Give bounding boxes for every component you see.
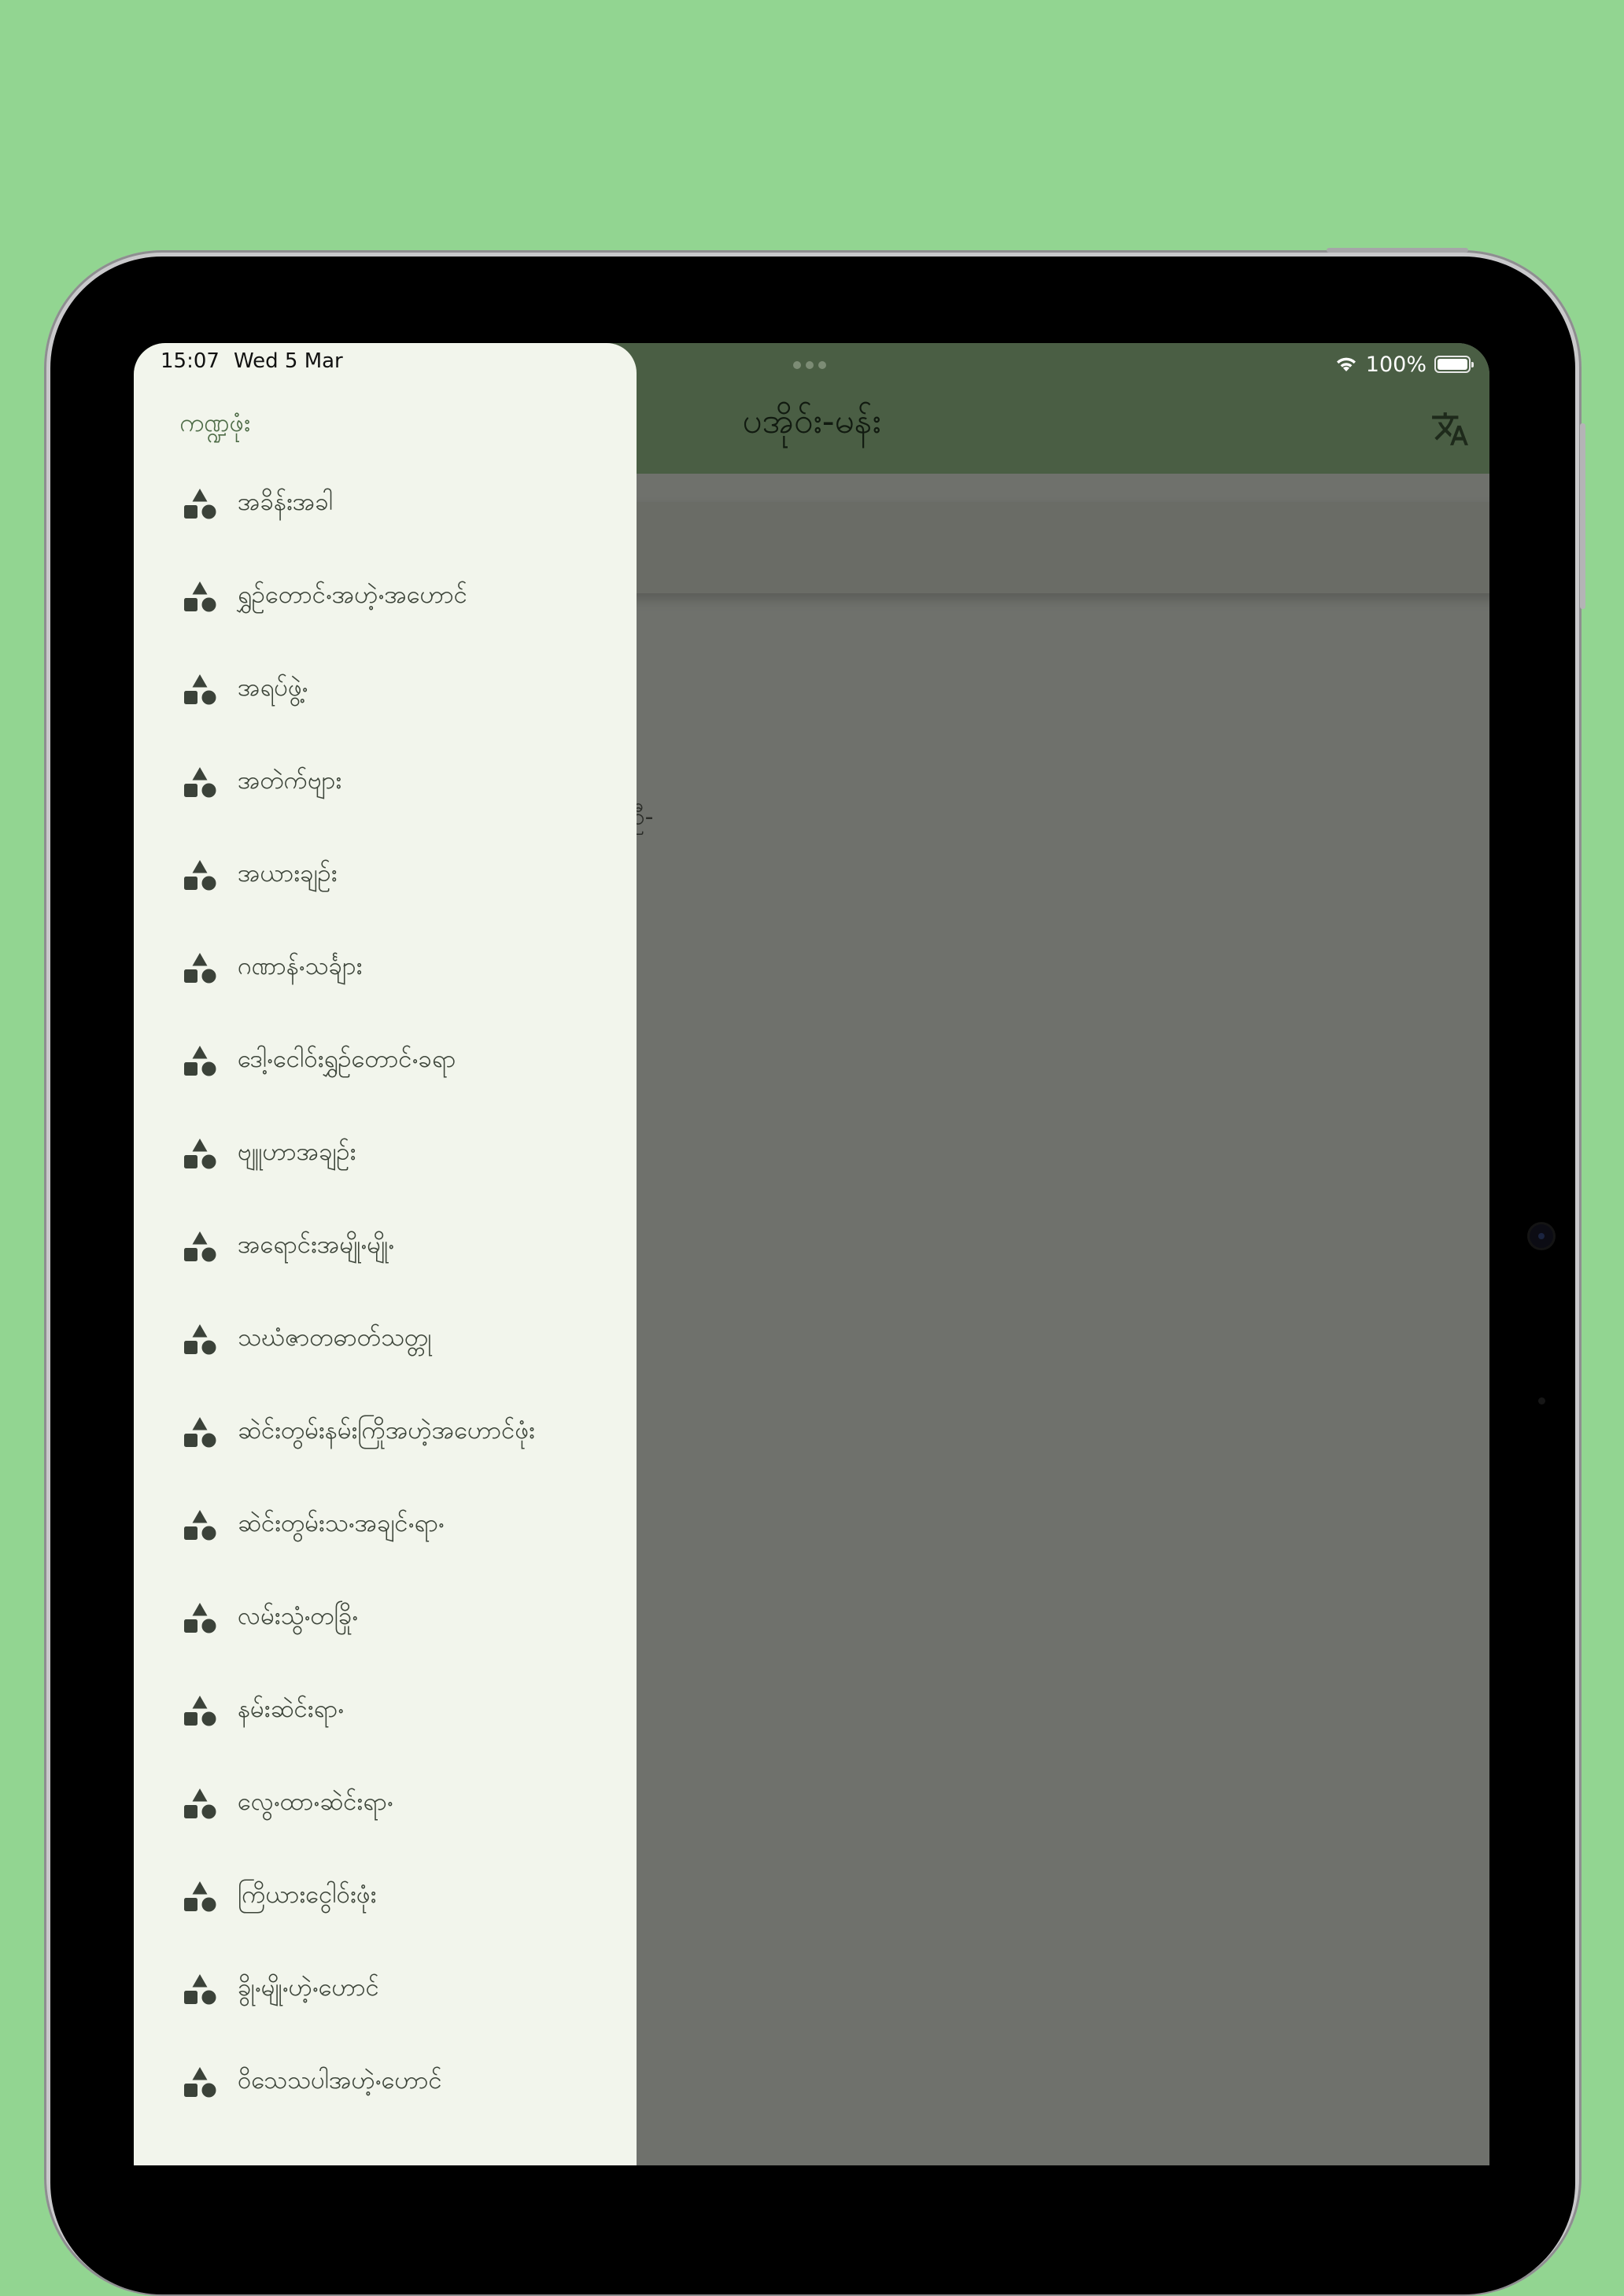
wifi-icon xyxy=(1336,357,1356,371)
category-item-5[interactable]: အယားချဉ်း xyxy=(134,831,637,924)
category-item-2[interactable]: ရွှဥ်တောင်ႋအဟဲ့ႋအဟောင် xyxy=(134,552,637,645)
category-icon xyxy=(184,1139,216,1169)
category-label: နမ်းဆဲင်းရာႋ xyxy=(238,1695,345,1723)
category-icon xyxy=(184,581,216,612)
sensor xyxy=(1538,1397,1545,1405)
search-bar[interactable] xyxy=(574,502,1489,593)
category-label: ဝိသေသပါအဟဲ့ႋဟောင် xyxy=(238,2066,442,2095)
volume-up-button xyxy=(1580,423,1585,516)
category-item-6[interactable]: ဂဏာန်ႋသင်္ချား xyxy=(134,924,637,1017)
status-time: 15:07 xyxy=(161,349,220,373)
category-icon xyxy=(184,1788,216,1819)
status-bar-right: 100% xyxy=(1334,351,1474,378)
category-icon xyxy=(184,953,216,984)
screen: ပအိုဝ်း-မန်း 100% ဦ- 15:07 Wed 5 Mar ကဏ္ဍ… xyxy=(134,343,1489,2165)
category-item-10[interactable]: သဃံဇာတဓာတ်သတ္တု xyxy=(134,1295,637,1388)
category-item-8[interactable]: ဗျူဟာအချဉ်း xyxy=(134,1109,637,1202)
category-list: အခိန်းအခါ ရွှဥ်တောင်ႋအဟဲ့ႋအဟောင် အရပ်ဖွဲ… xyxy=(134,460,637,2131)
battery-percent: 100% xyxy=(1365,352,1427,377)
category-label: ရွှဥ်တောင်ႋအဟဲ့ႋအဟောင် xyxy=(238,581,467,609)
drawer-header: ကဏ္ဍဖုံး xyxy=(179,408,250,437)
category-label: အရောင်းအမျိုႋမျိုႋ xyxy=(238,1231,395,1259)
category-label: ဂဏာန်ႋသင်္ချား xyxy=(238,952,363,980)
front-camera xyxy=(1530,1224,1553,1248)
status-date: Wed 5 Mar xyxy=(233,349,343,373)
category-label: သဃံဇာတဓာတ်သတ္တု xyxy=(238,1323,432,1352)
translate-icon[interactable] xyxy=(1430,409,1470,448)
multitasking-dots[interactable] xyxy=(793,357,832,369)
category-label: လမ်းသွံႋတခြိုႋ xyxy=(238,1602,359,1630)
category-item-13[interactable]: လမ်းသွံႋတခြိုႋ xyxy=(134,1574,637,1667)
category-label: ဆဲင်းတွမ်းသႋအချင်ႋရာႋ xyxy=(238,1509,445,1537)
category-label: ဆဲင်းတွမ်းနမ်းကြိုအဟဲ့အဟောင်ဖုံး xyxy=(238,1416,535,1445)
category-icon xyxy=(184,860,216,891)
category-label: လွေႋထာႋဆဲင်းရာႋ xyxy=(238,1788,393,1816)
category-icon xyxy=(184,1510,216,1541)
battery-icon xyxy=(1434,356,1474,373)
category-item-9[interactable]: အရောင်းအမျိုႋမျိုႋ xyxy=(134,1202,637,1295)
category-label: အခိန်းအခါ xyxy=(238,488,334,516)
category-label: ကြိယားငွေါဝ်းဖုံး xyxy=(238,1881,377,1909)
category-item-17[interactable]: ခွိုႋမျိုႋဟဲ့ႋဟောင် xyxy=(134,1945,637,2038)
category-icon xyxy=(184,1231,216,1262)
top-button xyxy=(1327,248,1468,253)
category-icon xyxy=(184,767,216,798)
status-bar-left: 15:07 Wed 5 Mar xyxy=(161,349,343,373)
category-label: ဗျူဟာအချဉ်း xyxy=(238,1138,356,1166)
volume-down-button xyxy=(1580,513,1585,609)
category-label: အယားချဉ်း xyxy=(238,859,338,888)
category-item-12[interactable]: ဆဲင်းတွမ်းသႋအချင်ႋရာႋ xyxy=(134,1481,637,1574)
category-icon xyxy=(184,489,216,519)
category-item-14[interactable]: နမ်းဆဲင်းရာႋ xyxy=(134,1667,637,1759)
category-label: အရပ်ဖွဲ့ႋ xyxy=(238,674,308,702)
category-icon xyxy=(184,674,216,705)
category-label: အတဲက်ဗျား xyxy=(238,766,342,795)
category-item-1[interactable]: အခိန်းအခါ xyxy=(134,460,637,552)
category-icon xyxy=(184,1417,216,1448)
category-icon xyxy=(184,1881,216,1912)
category-label: ခွိုႋမျိုႋဟဲ့ႋဟောင် xyxy=(238,1973,379,2002)
navigation-drawer: 15:07 Wed 5 Mar ကဏ္ဍဖုံး အခိန်းအခါ ရွှဥ်တ… xyxy=(134,343,637,2165)
category-icon xyxy=(184,1974,216,2005)
category-item-3[interactable]: အရပ်ဖွဲ့ႋ xyxy=(134,645,637,738)
category-item-11[interactable]: ဆဲင်းတွမ်းနမ်းကြိုအဟဲ့အဟောင်ဖုံး xyxy=(134,1388,637,1481)
category-item-4[interactable]: အတဲက်ဗျား xyxy=(134,738,637,831)
category-icon xyxy=(184,1046,216,1076)
category-icon xyxy=(184,1324,216,1355)
category-item-7[interactable]: ဒေါ့ႋငေါဝ်းရွှဥ်တောင်ႋခရာ xyxy=(134,1017,637,1109)
category-item-18[interactable]: ဝိသေသပါအဟဲ့ႋဟောင် xyxy=(134,2038,637,2131)
category-icon xyxy=(184,2067,216,2098)
category-icon xyxy=(184,1696,216,1726)
category-item-16[interactable]: ကြိယားငွေါဝ်းဖုံး xyxy=(134,1852,637,1945)
category-label: ဒေါ့ႋငေါဝ်းရွှဥ်တောင်ႋခရာ xyxy=(238,1045,456,1073)
category-icon xyxy=(184,1603,216,1633)
category-item-15[interactable]: လွေႋထာႋဆဲင်းရာႋ xyxy=(134,1759,637,1852)
